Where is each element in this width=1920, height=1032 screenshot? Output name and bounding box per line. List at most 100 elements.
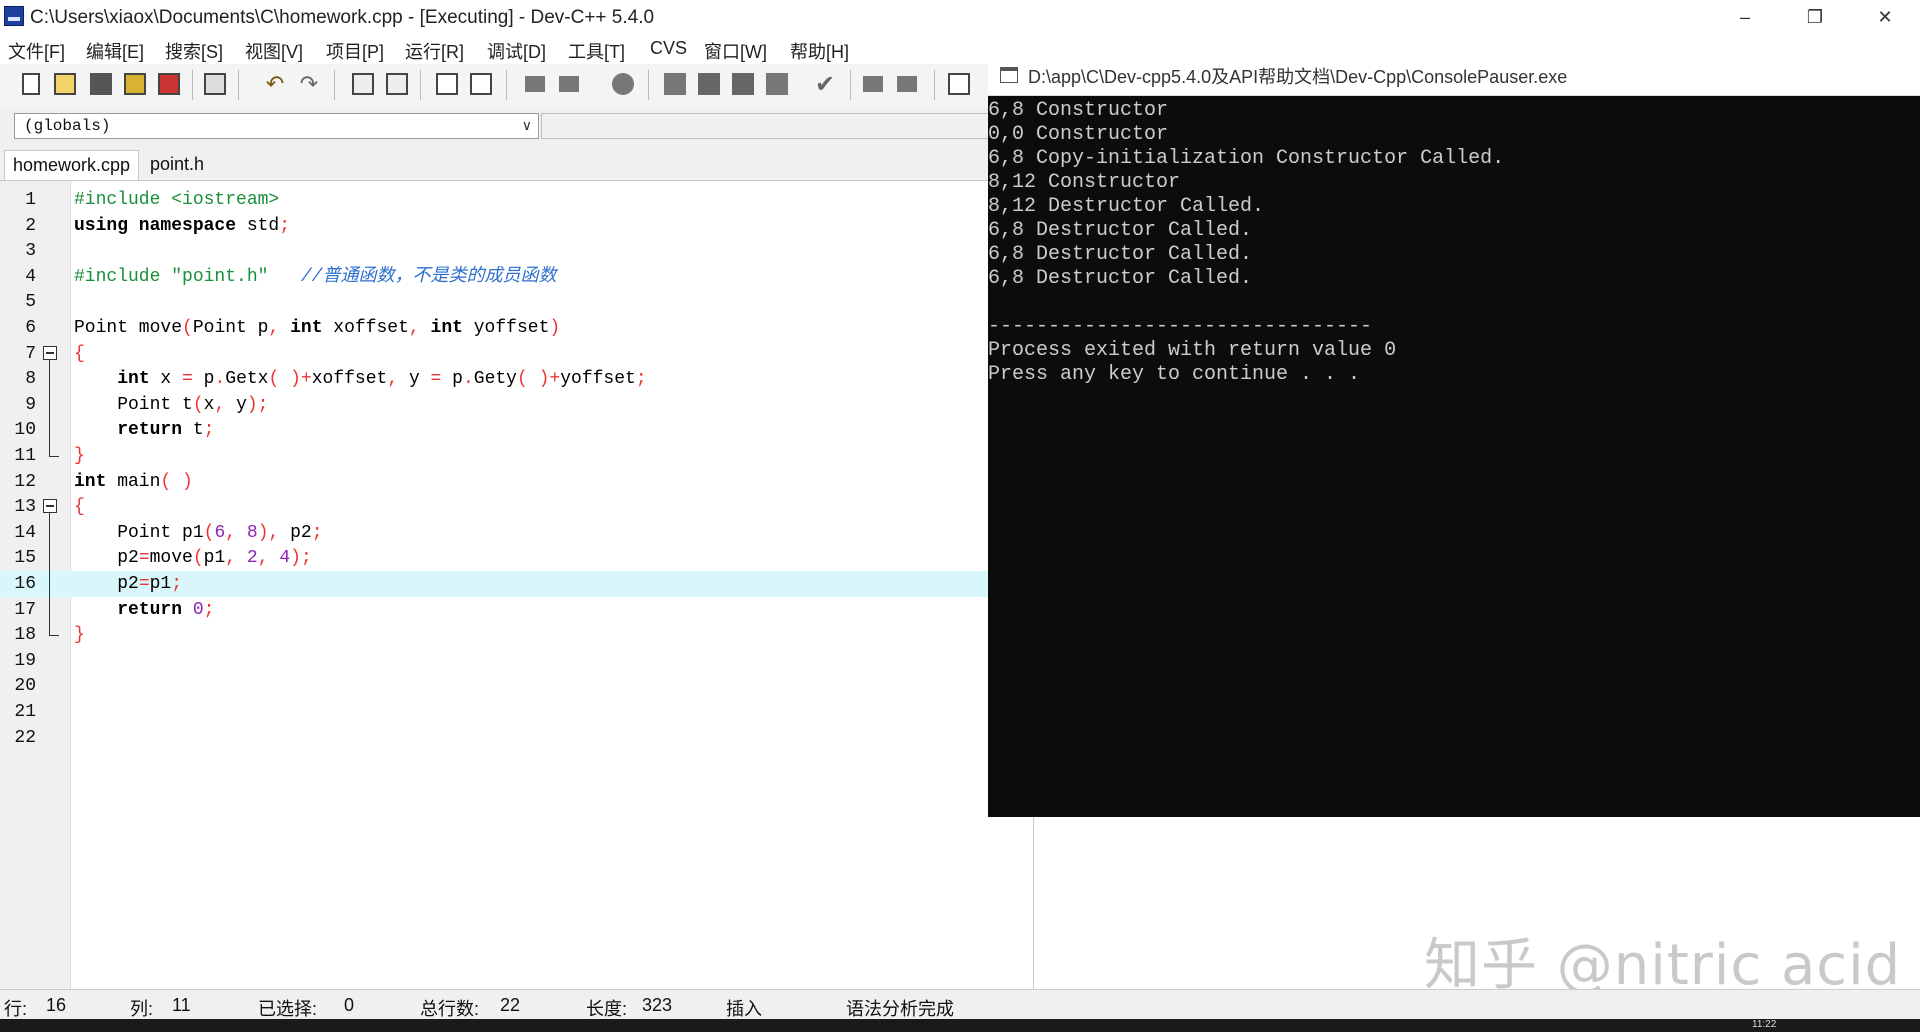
status-parse: 语法分析完成 [846,999,954,1019]
code-line[interactable]: 7{ [0,341,990,367]
code-editor[interactable]: 1 #include <iostream> 2 using namespace std… [0,181,990,989]
menu-file[interactable]: 文件[F] [8,38,65,64]
globals-dropdown[interactable]: (globals) ∨ [14,113,539,139]
project-options-icon[interactable] [944,69,974,99]
code-token: using namespace [74,215,237,236]
close-file-icon[interactable] [154,69,184,99]
line-number: 20 [14,676,36,697]
code-line[interactable]: 10 return t; [0,417,990,443]
line-number: 6 [25,318,36,338]
replace-icon[interactable] [382,69,412,99]
code-token: Point p [192,318,269,338]
run-icon[interactable] [694,69,724,99]
code-token: t [182,420,204,441]
line-number: 11 [14,446,36,466]
members-dropdown[interactable] [541,113,990,139]
unindent-icon[interactable] [466,69,496,99]
code-line[interactable]: 12 int main( ) [0,469,990,495]
status-total-label: 总行数: [420,999,480,1019]
undo-icon[interactable]: ↶ [260,69,290,99]
save-all-icon[interactable] [120,69,150,99]
line-number: 4 [25,266,36,287]
bookmark-icon[interactable] [608,69,638,99]
line-number: 15 [14,548,36,569]
code-line[interactable]: 5 [0,289,990,315]
current-line[interactable]: 16 p2=p1; [0,571,990,597]
code-text: p2=p1; [74,571,182,597]
code-line[interactable]: 3 [0,238,990,264]
menu-search[interactable]: 搜索[S] [165,38,223,64]
code-line[interactable]: 15 p2=move(p1, 2, 4); [0,545,990,571]
close-icon[interactable]: ✕ [1850,0,1920,34]
chevron-down-icon: ∨ [521,117,532,133]
new-file-icon[interactable] [16,69,46,99]
restore-icon[interactable]: ❐ [1780,0,1850,34]
rebuild-icon[interactable] [762,69,792,99]
code-line[interactable]: 2 using namespace std; [0,213,990,239]
menu-view[interactable]: 视图[V] [245,38,303,64]
debug-icon[interactable] [858,69,888,99]
console-window[interactable]: D:\app\C\Dev-cpp5.4.0及API帮助文档\Dev-Cpp\Co… [988,55,1920,817]
fold-toggle-icon[interactable] [43,345,57,360]
tab-point-h[interactable]: point.h [142,150,212,180]
code-text: using namespace std; [74,213,290,239]
open-file-icon[interactable] [50,69,80,99]
code-line[interactable]: 4 #include "point.h" //普通函数，不是类的成员函数 [0,264,990,290]
code-line[interactable]: 11} [0,443,990,469]
code-text: #include <iostream> [74,187,279,213]
code-token: int [430,318,463,338]
fold-toggle-icon[interactable] [43,499,57,514]
profile-icon[interactable] [892,69,922,99]
code-text: int x = p.Getx( )+xoffset, y = p.Gety( )… [74,366,646,392]
goto-back-icon[interactable] [520,69,550,99]
code-token: std [236,215,280,236]
code-line[interactable]: 21 [0,699,990,725]
menu-help[interactable]: 帮助[H] [790,38,849,64]
menu-debug[interactable]: 调试[D] [487,38,546,64]
code-token: ( )+ [517,369,561,390]
code-token: { [74,343,85,364]
code-token: //普通函数，不是类的成员函数 [300,266,557,287]
redo-icon[interactable]: ↷ [294,69,324,99]
tab-homework-cpp[interactable]: homework.cpp [4,150,140,180]
menu-window[interactable]: 窗口[W] [704,38,767,64]
code-line[interactable]: 14 Point p1(6, 8), p2; [0,520,990,546]
find-icon[interactable] [348,69,378,99]
menu-run[interactable]: 运行[R] [405,38,464,64]
code-line[interactable]: 9 Point t(x, y); [0,392,990,418]
print-icon[interactable] [200,69,230,99]
code-token: , [225,522,237,543]
code-line[interactable]: 1 #include <iostream> [0,187,990,213]
syntax-check-icon[interactable]: ✔ [810,69,840,99]
console-line: Process exited with return value 0 [988,339,1397,362]
code-line[interactable]: 19 [0,648,990,674]
menu-cvs[interactable]: CVS [650,38,687,59]
menu-tools[interactable]: 工具[T] [568,38,625,64]
compile-run-icon[interactable] [728,69,758,99]
code-text: } [74,443,85,469]
code-line[interactable]: 17 return 0; [0,597,990,623]
menu-project[interactable]: 项目[P] [326,38,384,64]
code-line[interactable]: 20 [0,673,990,699]
code-token: ; [311,522,323,543]
code-token: ; [171,574,183,594]
code-line[interactable]: 8 int x = p.Getx( )+xoffset, y = p.Gety(… [0,366,990,392]
console-line: 0,0 Constructor [988,123,1169,146]
indent-icon[interactable] [432,69,462,99]
code-token: Point move [74,318,183,338]
save-icon[interactable] [86,69,116,99]
code-line[interactable]: 13 { [0,494,990,520]
minimize-icon[interactable]: – [1710,0,1780,34]
code-line[interactable]: 6 Point move(Point p, int xoffset, int yo… [0,315,990,341]
window-title: C:\Users\xiaox\Documents\C\homework.cpp … [30,7,655,28]
code-line[interactable]: 18} [0,622,990,648]
compile-icon[interactable] [660,69,690,99]
toolbar: ↶ ↷ ✔ [0,64,990,109]
code-line[interactable]: 22 [0,725,990,751]
code-token: . [462,369,474,390]
goto-forward-icon[interactable] [554,69,584,99]
menu-edit[interactable]: 编辑[E] [86,38,144,64]
